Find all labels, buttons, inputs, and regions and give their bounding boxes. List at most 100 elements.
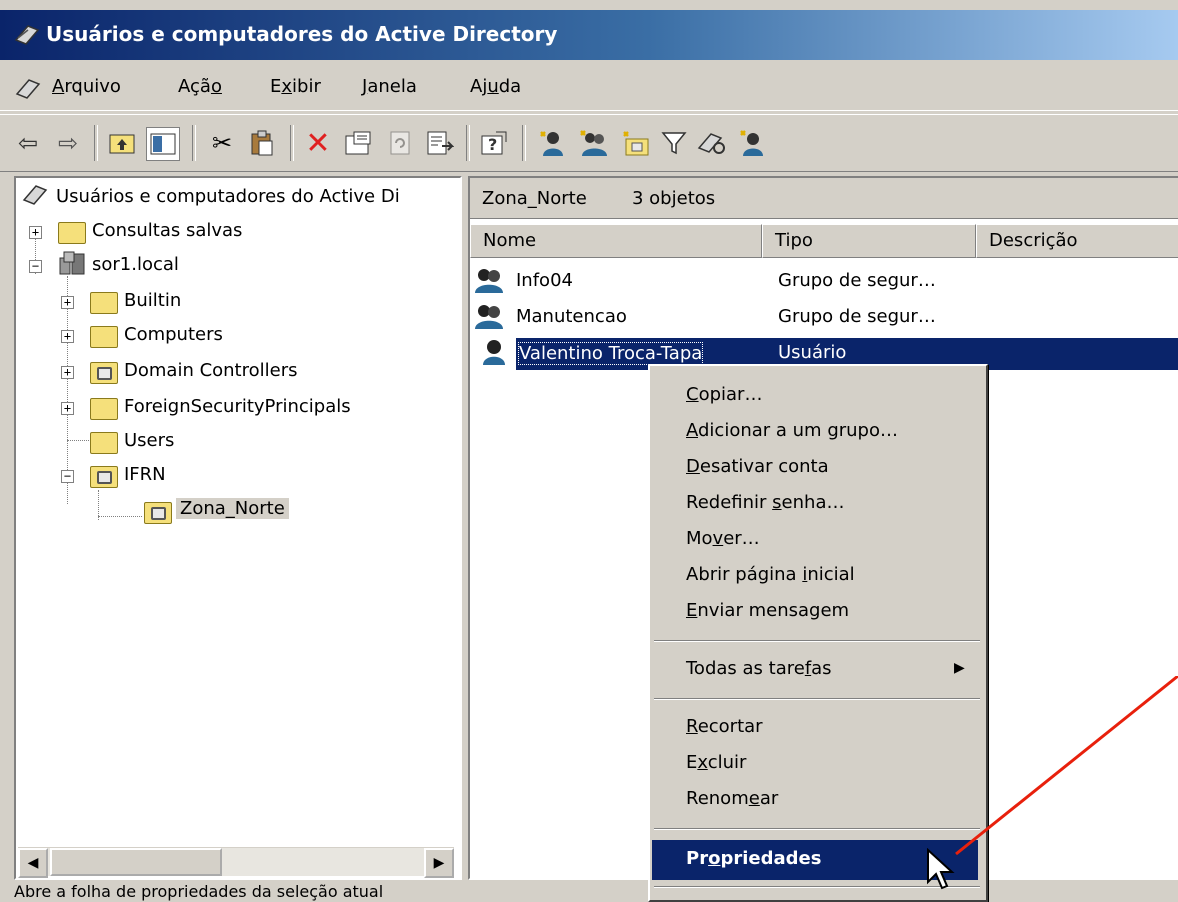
column-header-tipo[interactable]: Tipo [762,224,976,258]
cut-icon[interactable]: ✂ [206,127,238,159]
menu-item-mover[interactable]: Mover… [686,528,760,549]
tree-item-domain-controllers[interactable]: Domain Controllers [124,360,298,381]
scroll-left-arrow-icon[interactable]: ◀ [18,848,48,878]
details-header: Zona_Norte 3 objetos [470,178,1178,219]
menu-exibir-pre: E [270,76,282,97]
tree-item-zona-norte[interactable]: Zona_Norte [176,498,289,519]
menu-item-recortar[interactable]: Recortar [686,716,763,737]
collapse-minus-icon[interactable]: − [29,260,42,273]
expand-plus-icon[interactable]: + [29,226,42,239]
tree-item-users[interactable]: Users [124,430,174,451]
menu-item-excluir[interactable]: Excluir [686,752,746,773]
new-ou-icon[interactable] [620,127,652,159]
mnemonic: E [686,600,698,621]
scroll-right-arrow-icon[interactable]: ▶ [424,848,454,878]
menu-item-label-pre: Pr [686,848,709,869]
scroll-thumb[interactable] [50,848,222,876]
filter-icon[interactable] [658,127,690,159]
menu-item-label: dicionar a um grupo… [698,420,898,441]
menu-item-renomear[interactable]: Renomear [686,788,778,809]
toolbar-separator [94,125,98,161]
list-item[interactable]: Manutencao Grupo de segur… [474,302,1174,334]
find-icon[interactable] [696,127,728,159]
menu-item-redefinir-senha[interactable]: Redefinir senha… [686,492,844,513]
object-count: 3 objetos [632,188,716,209]
expand-plus-icon[interactable]: + [61,330,74,343]
row-type: Grupo de segur… [778,306,936,327]
tree-line [98,516,142,517]
menu-arquivo[interactable]: Arquivo [52,76,121,97]
ou-icon [90,362,118,384]
menu-arquivo-mnemonic: A [52,76,65,97]
title-bar[interactable]: Usuários e computadores do Active Direct… [0,10,1178,60]
delete-icon[interactable]: ✕ [302,126,334,161]
new-user-icon[interactable] [536,127,568,159]
mnemonic: R [686,716,698,737]
tree-item-computers[interactable]: Computers [124,324,223,345]
export-list-icon[interactable] [424,127,456,159]
tree-item-foreignsecurityprincipals[interactable]: ForeignSecurityPrincipals [124,396,351,417]
toolbar-separator [522,125,526,161]
add-to-group-icon[interactable] [736,127,768,159]
console-tree[interactable]: Usuários e computadores do Active Di + C… [14,176,462,880]
menu-item-label: enha… [781,492,845,513]
mnemonic: x [697,752,708,773]
toolbar-separator [466,125,470,161]
mnemonic: v [712,528,724,549]
tree-item-sor1-local[interactable]: sor1.local [92,254,179,275]
menu-item-abrir-pagina-inicial[interactable]: Abrir página inicial [686,564,855,585]
help-icon[interactable]: ? [478,127,510,159]
list-item[interactable]: Info04 Grupo de segur… [474,266,1174,298]
expand-plus-icon[interactable]: + [61,402,74,415]
refresh-icon[interactable] [384,127,416,159]
menu-item-label: ecortar [697,716,763,737]
console-icon[interactable] [14,74,42,102]
menu-janela[interactable]: Janela [362,76,417,97]
menu-item-label: nviar mensagem [697,600,850,621]
paste-icon[interactable] [246,127,278,159]
menu-exibir[interactable]: Exibir [270,76,321,97]
tree-item-ifrn[interactable]: IFRN [124,464,166,485]
show-hide-tree-icon[interactable] [146,127,180,161]
tree-item-consultas-salvas[interactable]: Consultas salvas [92,220,242,241]
menu-ajuda[interactable]: Ajuda [470,76,521,97]
tree-root-label[interactable]: Usuários e computadores do Active Di [56,186,400,207]
menu-separator [654,698,980,700]
row-name: Info04 [516,270,573,291]
forward-arrow-icon[interactable]: ⇨ [52,127,84,159]
column-header-nome[interactable]: Nome [470,224,762,258]
new-group-icon[interactable] [578,127,610,159]
menu-item-enviar-mensagem[interactable]: Enviar mensagem [686,600,849,621]
mnemonic: s [772,492,782,513]
menu-exibir-mnemonic: x [281,76,293,97]
up-folder-icon[interactable] [106,127,138,159]
menu-item-adicionar-grupo[interactable]: Adicionar a um grupo… [686,420,898,441]
folder-icon [90,292,118,314]
menu-separator [654,640,980,642]
menu-item-todas-as-tarefas[interactable]: Todas as tarefas [686,658,832,679]
menu-janela-label: anela [367,76,417,97]
window-title: Usuários e computadores do Active Direct… [46,22,558,46]
folder-icon [90,398,118,420]
mnemonic: e [748,788,760,809]
menu-acao[interactable]: Ação [178,76,222,97]
expand-plus-icon[interactable]: + [61,366,74,379]
row-type: Usuário [778,342,847,363]
menu-item-copiar[interactable]: Copiar… [686,384,762,405]
toolbar: ⇦ ⇨ ✂ ✕ ? [0,114,1178,172]
tree-item-builtin[interactable]: Builtin [124,290,181,311]
menu-item-desativar-conta[interactable]: Desativar conta [686,456,829,477]
row-name: Manutencao [516,306,627,327]
expand-plus-icon[interactable]: + [61,296,74,309]
annotation-arrow [955,676,1178,856]
collapse-minus-icon[interactable]: − [61,470,74,483]
menu-ajuda-label: da [498,76,522,97]
menu-item-label: er… [723,528,760,549]
properties-icon[interactable] [342,127,374,159]
group-icon [475,269,503,293]
folder-icon [90,326,118,348]
menu-item-label: esativar conta [699,456,829,477]
back-arrow-icon[interactable]: ⇦ [12,127,44,159]
horizontal-scrollbar[interactable]: ◀ ▶ [18,847,454,878]
column-header-descricao[interactable]: Descrição [976,224,1178,258]
